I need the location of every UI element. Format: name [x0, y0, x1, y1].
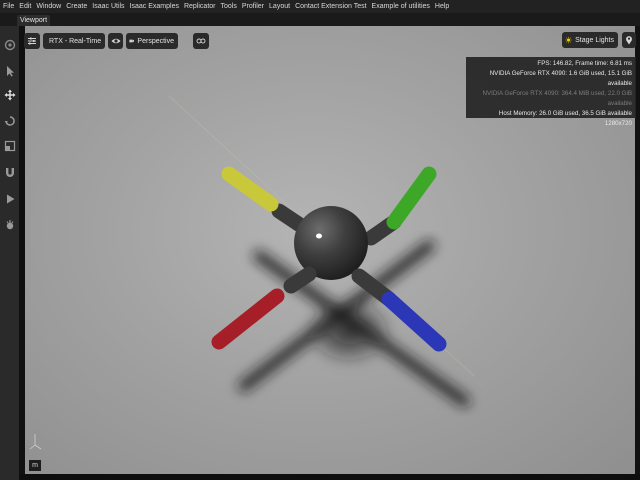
menu-isaac-utils[interactable]: Isaac Utils	[92, 0, 124, 13]
unit-indicator: m	[29, 460, 41, 471]
rotate-icon	[4, 116, 15, 126]
menu-tools[interactable]: Tools	[221, 0, 237, 13]
axis-gizmo	[29, 434, 42, 450]
renderer-mode-label: RTX - Real-Time	[49, 37, 102, 45]
left-toolbar	[0, 26, 19, 480]
move-icon	[4, 89, 16, 101]
settings-sliders-icon	[28, 37, 36, 45]
menu-edit[interactable]: Edit	[19, 0, 31, 13]
menu-profiler[interactable]: Profiler	[242, 0, 264, 13]
eye-icon	[111, 38, 120, 44]
body-highlight	[316, 233, 322, 239]
scale-icon	[4, 140, 16, 152]
menu-contact-extension-test[interactable]: Contact Extension Test	[295, 0, 366, 13]
menu-bar: File Edit Window Create Isaac Utils Isaa…	[0, 0, 640, 13]
move-tool-button[interactable]	[3, 88, 17, 102]
location-pin-icon	[626, 36, 632, 45]
arm-green	[363, 166, 437, 246]
snap-tool-button[interactable]	[3, 165, 17, 179]
stereo-mode-button[interactable]	[193, 33, 209, 49]
menu-file[interactable]: File	[3, 0, 14, 13]
menu-layout[interactable]: Layout	[269, 0, 290, 13]
scale-tool-button[interactable]	[3, 139, 17, 153]
stage-lights-button[interactable]: Stage Lights	[562, 32, 618, 48]
menu-replicator[interactable]: Replicator	[184, 0, 216, 13]
arm-red	[211, 266, 317, 350]
gpu0-memory-stat: NVIDIA GeForce RTX 4090: 1.6 GiB used, 1…	[489, 70, 632, 87]
physics-tool-button[interactable]	[3, 218, 17, 232]
menu-isaac-examples[interactable]: Isaac Examples	[130, 0, 179, 13]
play-tool-button[interactable]	[3, 192, 17, 206]
sun-icon	[565, 36, 572, 44]
play-icon	[7, 194, 15, 204]
menu-example-of-utilities[interactable]: Example of utilities	[372, 0, 430, 13]
performance-stats-panel: FPS: 146.82, Frame time: 6.81 ms NVIDIA …	[466, 57, 636, 127]
stage-lights-label: Stage Lights	[575, 36, 614, 44]
fps-stat: FPS: 146.82, Frame time: 6.81 ms	[537, 60, 632, 67]
tab-row: Viewport	[0, 13, 640, 26]
gpu1-memory-stat: NVIDIA GeForce RTX 4090: 364.4 MiB used,…	[482, 90, 633, 107]
camera-dropdown-button[interactable]: ›	[180, 36, 190, 46]
tab-viewport[interactable]: Viewport	[17, 15, 50, 26]
snap-magnet-icon	[6, 168, 14, 177]
viewport-settings-button[interactable]	[24, 33, 40, 49]
location-button[interactable]	[622, 32, 636, 48]
menu-window[interactable]: Window	[36, 0, 61, 13]
camera-label: Perspective	[137, 37, 174, 45]
viewport-frame-left	[19, 26, 25, 480]
resolution-stat: 1280x720	[604, 120, 632, 127]
stereo-glasses-icon	[196, 38, 206, 44]
physics-icon	[6, 220, 14, 230]
camera-selector-button[interactable]: Perspective	[126, 33, 178, 49]
orbit-icon	[4, 39, 16, 51]
menu-help[interactable]: Help	[435, 0, 449, 13]
viewport-frame-bottom	[19, 474, 640, 480]
menu-create[interactable]: Create	[66, 0, 87, 13]
renderer-mode-button[interactable]: RTX - Real-Time	[43, 33, 105, 49]
orbit-tool-button[interactable]	[3, 38, 17, 52]
rotate-tool-button[interactable]	[3, 114, 17, 128]
host-memory-stat: Host Memory: 26.0 GiB used, 36.5 GiB ava…	[498, 110, 632, 117]
visibility-toggle-button[interactable]	[108, 33, 123, 49]
select-tool-button[interactable]	[3, 64, 17, 78]
chevron-right-icon: ›	[183, 36, 187, 46]
select-arrow-icon	[7, 66, 14, 77]
